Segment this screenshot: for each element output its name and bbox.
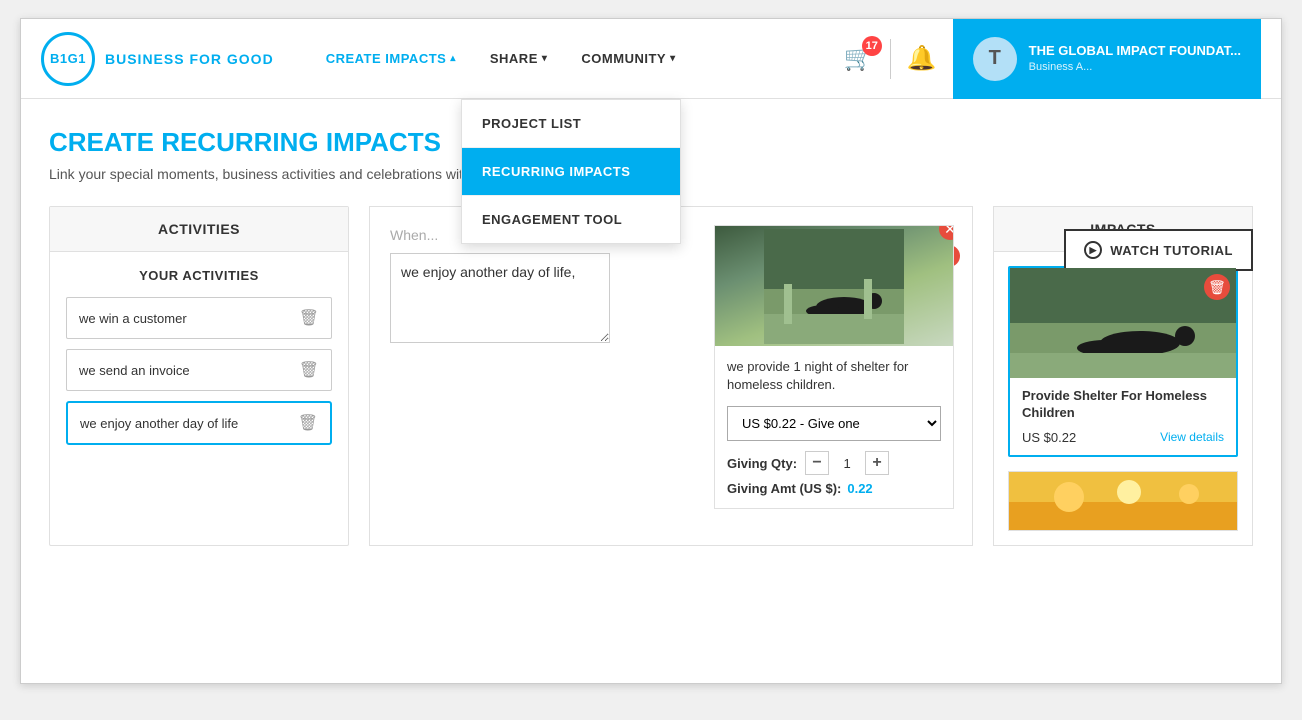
- activity-item-enjoy-day[interactable]: we enjoy another day of life 🗑: [66, 401, 332, 445]
- impact-thumb-footer: US $0.22 View details: [1022, 430, 1224, 445]
- logo-icon: B1G1: [41, 32, 95, 86]
- chevron-up-icon: ▴: [450, 53, 456, 64]
- giving-select[interactable]: US $0.22 - Give one: [727, 406, 941, 441]
- impact-thumbnail-card: 🗑 Provide Shelter For Homeless Children …: [1008, 266, 1238, 457]
- dropdown-item-engagement-tool[interactable]: ENGAGEMENT TOOL: [462, 196, 680, 243]
- impact-thumb-body: Provide Shelter For Homeless Children US…: [1010, 378, 1236, 455]
- header-divider: [890, 39, 891, 79]
- activities-panel: ACTIVITIES YOUR ACTIVITIES we win a cust…: [49, 206, 349, 546]
- activities-panel-header: ACTIVITIES: [50, 207, 348, 252]
- qty-value: 1: [837, 456, 857, 471]
- watch-tutorial-button[interactable]: ▶ WATCH TUTORIAL: [1064, 229, 1253, 271]
- header: B1G1 BUSINESS FOR GOOD CREATE IMPACTS ▴ …: [21, 19, 1281, 99]
- header-icons: 🛒 17 🔔: [844, 39, 937, 79]
- impact-price: US $0.22: [1022, 430, 1076, 445]
- play-icon: ▶: [1084, 241, 1102, 259]
- activity-text: we win a customer: [79, 311, 187, 326]
- delete-icon[interactable]: 🗑: [299, 360, 319, 380]
- nav-create-impacts-label: CREATE IMPACTS: [326, 51, 447, 66]
- user-area[interactable]: T THE GLOBAL IMPACT FOUNDAT... Business …: [953, 19, 1261, 99]
- impact-card-body: we provide 1 night of shelter for homele…: [715, 346, 953, 508]
- middle-panel: When... we enjoy another day of life, ✕: [369, 206, 973, 546]
- bell-icon: 🔔: [907, 45, 937, 72]
- giving-amt-row: Giving Amt (US $): 0.22: [727, 481, 941, 496]
- user-subtitle: Business A...: [1029, 60, 1241, 75]
- activities-panel-body: YOUR ACTIVITIES we win a customer 🗑 we s…: [50, 252, 348, 471]
- delete-impact-button[interactable]: 🗑: [1204, 274, 1230, 300]
- nav-create-impacts[interactable]: CREATE IMPACTS ▴: [314, 43, 468, 74]
- user-name: THE GLOBAL IMPACT FOUNDAT...: [1029, 42, 1241, 60]
- giving-amt-value: 0.22: [847, 481, 872, 496]
- activity-textarea[interactable]: we enjoy another day of life,: [390, 253, 610, 343]
- your-activities-label: YOUR ACTIVITIES: [66, 268, 332, 283]
- second-impact-thumbnail[interactable]: [1008, 471, 1238, 531]
- cart-badge: 17: [862, 36, 882, 56]
- delete-icon[interactable]: 🗑: [298, 413, 318, 433]
- view-details-link[interactable]: View details: [1160, 430, 1224, 444]
- nav-community-label: COMMUNITY: [581, 51, 666, 66]
- chevron-down-icon: ▾: [670, 53, 676, 64]
- giving-qty-label: Giving Qty:: [727, 456, 797, 471]
- chevron-down-icon: ▾: [542, 53, 548, 64]
- impact-card: ✕ we provide 1 night of shelter for home…: [714, 225, 954, 509]
- activity-text: we send an invoice: [79, 363, 190, 378]
- delete-icon[interactable]: 🗑: [299, 308, 319, 328]
- impact-description: we provide 1 night of shelter for homele…: [727, 358, 941, 394]
- second-impact-photo: [1009, 472, 1238, 531]
- logo-area: B1G1 BUSINESS FOR GOOD: [41, 32, 274, 86]
- cart-button[interactable]: 🛒 17: [844, 44, 874, 73]
- second-impact-image: [1009, 472, 1237, 531]
- nav-share-label: SHARE: [490, 51, 538, 66]
- bell-button[interactable]: 🔔: [907, 44, 937, 73]
- impact-image-visual: [715, 226, 953, 346]
- giving-amt-label: Giving Amt (US $):: [727, 481, 841, 496]
- nav-share[interactable]: SHARE ▾: [478, 43, 560, 74]
- qty-decrease-button[interactable]: −: [805, 451, 829, 475]
- activity-item-win-customer[interactable]: we win a customer 🗑: [66, 297, 332, 339]
- impact-image: ✕: [715, 226, 953, 346]
- avatar: T: [973, 37, 1017, 81]
- dropdown-item-project-list[interactable]: PROJECT LIST: [462, 100, 680, 148]
- brand-name: BUSINESS FOR GOOD: [105, 51, 274, 67]
- impact-photo-svg: [764, 229, 904, 344]
- nav-community[interactable]: COMMUNITY ▾: [569, 43, 687, 74]
- dropdown-item-recurring-impacts[interactable]: RECURRING IMPACTS: [462, 148, 680, 196]
- giving-qty-row: Giving Qty: − 1 +: [727, 451, 941, 475]
- user-info: THE GLOBAL IMPACT FOUNDAT... Business A.…: [1029, 42, 1241, 76]
- create-impacts-dropdown: PROJECT LIST RECURRING IMPACTS ENGAGEMEN…: [461, 99, 681, 244]
- activity-text: we enjoy another day of life: [80, 416, 238, 431]
- impact-thumb-title: Provide Shelter For Homeless Children: [1022, 388, 1224, 422]
- nav-area: CREATE IMPACTS ▴ SHARE ▾ COMMUNITY ▾: [314, 43, 844, 74]
- activity-item-send-invoice[interactable]: we send an invoice 🗑: [66, 349, 332, 391]
- qty-increase-button[interactable]: +: [865, 451, 889, 475]
- logo-text: B1G1: [50, 51, 86, 66]
- watch-tutorial-label: WATCH TUTORIAL: [1110, 243, 1233, 258]
- impact-thumb-image: 🗑: [1010, 268, 1236, 378]
